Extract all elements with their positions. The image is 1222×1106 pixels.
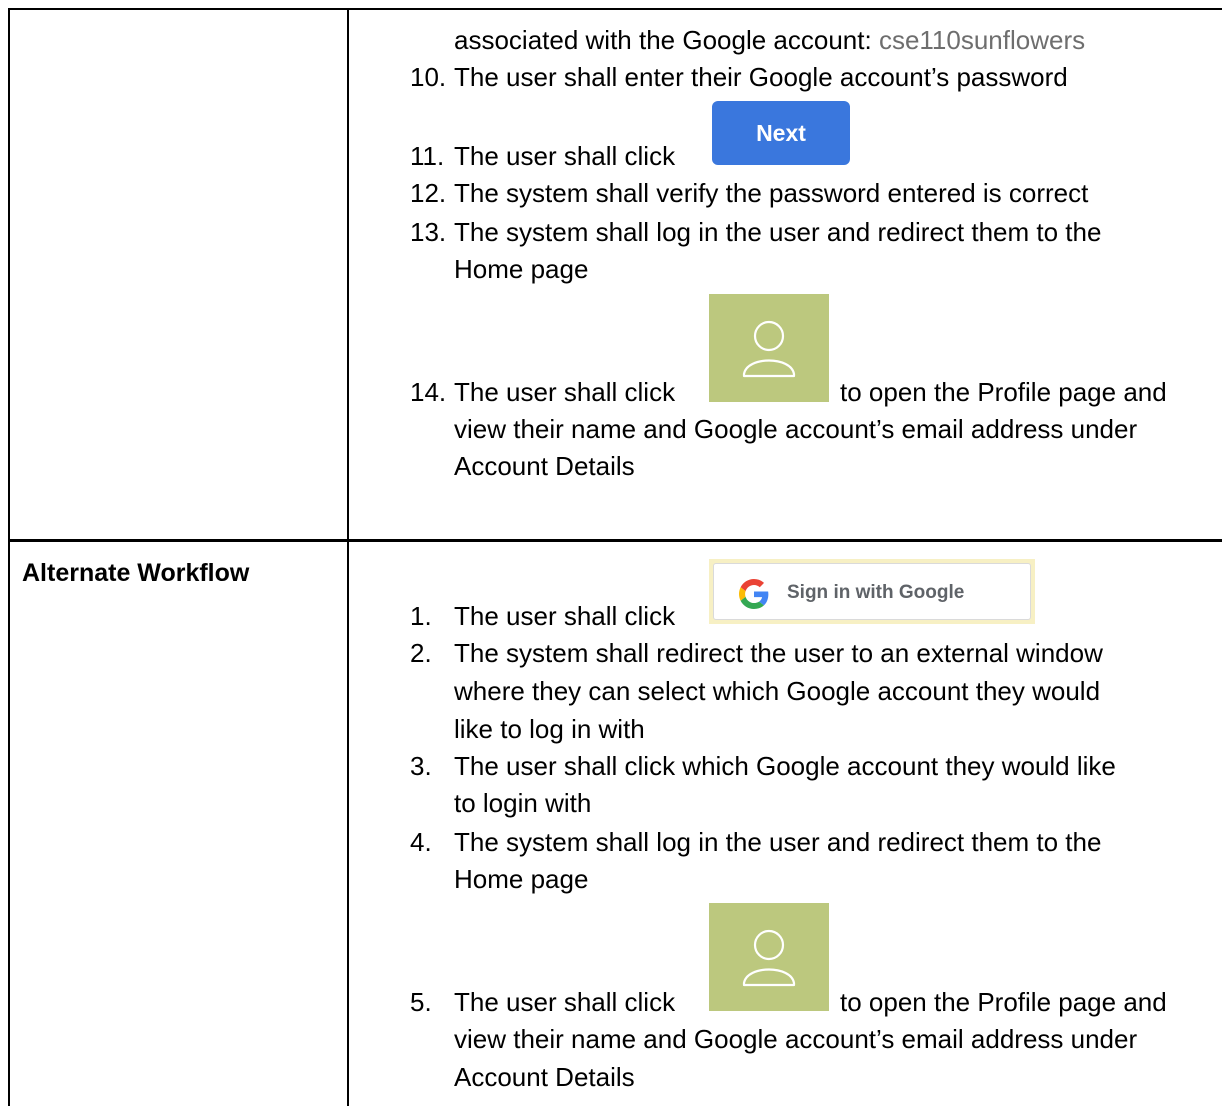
step-number: 1. [410, 601, 432, 631]
step-text: The system shall log in the user and red… [454, 827, 1102, 857]
step-text: The user shall click which Google accoun… [454, 751, 1116, 781]
profile-button[interactable] [709, 903, 829, 1011]
step-text: The system shall log in the user and red… [454, 217, 1102, 247]
next-button[interactable]: Next [712, 101, 850, 165]
step-text: Home page [454, 864, 589, 894]
step-text: The user shall click [454, 141, 676, 171]
sign-in-with-google-button[interactable]: Sign in with Google [709, 559, 1035, 624]
step-number: 5. [410, 987, 432, 1017]
row-label-alternate-workflow: Alternate Workflow [22, 559, 250, 587]
step-number: 12. [410, 178, 447, 208]
user-profile-icon [742, 929, 796, 987]
step-text: like to log in with [454, 714, 645, 744]
step-text: The user shall click [454, 987, 676, 1017]
step-text: The user shall click [454, 377, 676, 407]
step-number: 11. [410, 141, 445, 171]
table-left-border-lower [8, 540, 10, 1106]
step-number: 4. [410, 827, 432, 857]
step-text: where they can select which Google accou… [454, 676, 1101, 706]
step-text: The system shall verify the password ent… [454, 178, 1089, 208]
step-text: to open the Profile page and [840, 377, 1167, 407]
step-text: view their name and Google account’s ema… [454, 1024, 1138, 1054]
step-number: 10. [410, 62, 447, 92]
step-number: 13. [410, 217, 447, 247]
step-text: to open the Profile page and [840, 987, 1167, 1017]
step-text: The user shall enter their Google accoun… [454, 62, 1068, 92]
step-number: 2. [410, 638, 432, 668]
step-text: Home page [454, 254, 589, 284]
user-profile-icon [742, 320, 796, 378]
step-text: Account Details [454, 1062, 635, 1092]
table-column-divider [347, 8, 349, 1106]
google-g-icon [739, 579, 769, 609]
step-text: to login with [454, 788, 592, 818]
table-left-border [8, 8, 10, 540]
step-text: The user shall click [454, 601, 676, 631]
step-text: Account Details [454, 451, 635, 481]
step-text: view their name and Google account’s ema… [454, 414, 1138, 444]
account-email: cse110sunflowers [878, 25, 1086, 55]
table-top-border [8, 8, 1222, 10]
profile-button[interactable] [709, 294, 829, 402]
step-number: 3. [410, 751, 432, 781]
table-row-divider [8, 539, 1222, 542]
step-9-continuation: associated with the Google account: cse1… [454, 25, 1086, 55]
step-text: The system shall redirect the user to an… [454, 638, 1103, 668]
use-case-table: associated with the Google account: cse1… [0, 0, 1222, 1106]
step-number: 14. [410, 377, 447, 407]
google-button-label: Sign in with Google [787, 582, 965, 603]
